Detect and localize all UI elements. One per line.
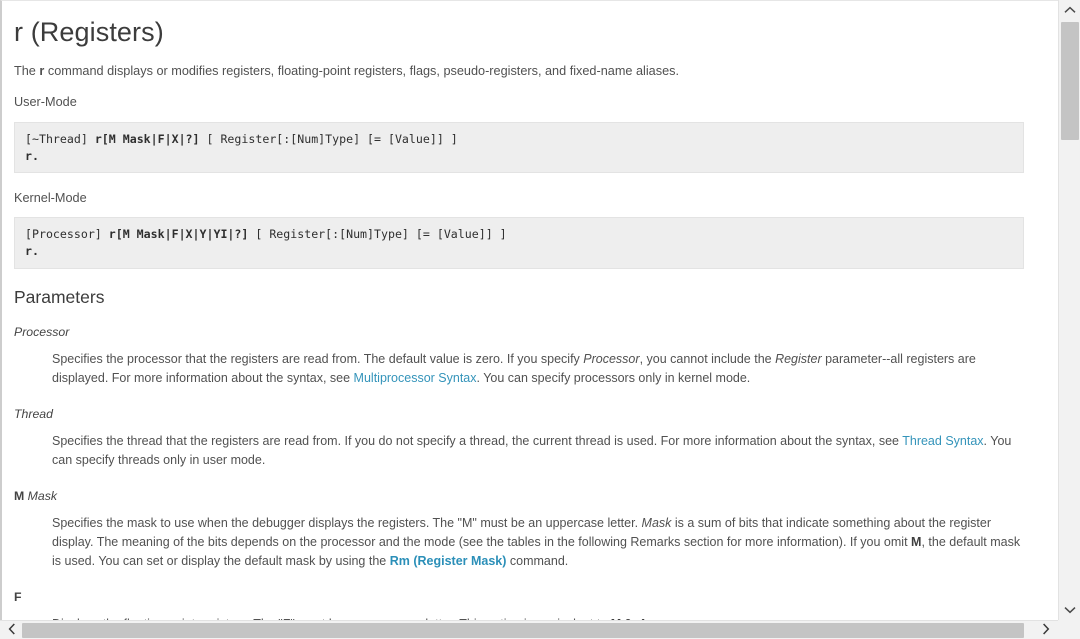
documentation-window: r (Registers) The r command displays or … xyxy=(0,0,1080,639)
processor-def-part2: , you cannot include the xyxy=(639,351,776,366)
user-mode-code-command: r[M Mask|F|X|?] xyxy=(94,131,200,146)
user-mode-syntax-code: [~Thread] r[M Mask|F|X|?] [ Register[:[N… xyxy=(14,121,1024,173)
scroll-up-arrow[interactable] xyxy=(1059,0,1080,20)
intro-suffix: command displays or modifies registers, … xyxy=(44,64,679,79)
thread-def-part1: Specifies the thread that the registers … xyxy=(52,433,903,448)
kernel-mode-code-command: r[M Mask|F|X|Y|YI|?] xyxy=(108,227,249,242)
scroll-left-arrow[interactable] xyxy=(2,621,22,639)
parameter-definition-m-mask: Specifies the mask to use when the debug… xyxy=(14,514,1024,571)
link-rm-register-mask[interactable]: Rm (Register Mask) xyxy=(390,554,507,568)
page-title: r (Registers) xyxy=(14,17,164,47)
horizontal-scroll-thumb[interactable] xyxy=(22,623,1024,638)
parameter-thread: Thread Specifies the thread that the reg… xyxy=(14,406,1024,470)
parameters-heading: Parameters xyxy=(14,286,105,307)
kernel-mode-code-line2: r. xyxy=(25,244,39,259)
mmask-def-part4: command. xyxy=(506,554,569,569)
mmask-def-part1: Specifies the mask to use when the debug… xyxy=(52,515,642,530)
kernel-mode-code-suffix: [ Register[:[Num]Type] [= [Value]] ] xyxy=(248,227,507,242)
processor-def-part1: Specifies the processor that the registe… xyxy=(52,351,584,366)
processor-def-italic2: Register xyxy=(775,351,822,366)
kernel-mode-syntax-code: [Processor] r[M Mask|F|X|Y|YI|?] [ Regis… xyxy=(14,217,1024,269)
mmask-def-italic1: Mask xyxy=(641,515,672,530)
parameter-term-m-mask: M Mask xyxy=(14,488,1024,506)
horizontal-scrollbar[interactable] xyxy=(0,620,1080,639)
parameter-definition-processor: Specifies the processor that the registe… xyxy=(14,350,1024,388)
scrollbar-corner xyxy=(1058,620,1080,639)
link-thread-syntax[interactable]: Thread Syntax xyxy=(902,434,983,448)
link-multiprocessor-syntax[interactable]: Multiprocessor Syntax xyxy=(354,371,477,385)
document-content: r (Registers) The r command displays or … xyxy=(2,1,1058,620)
processor-def-part4: . You can specify processors only in ker… xyxy=(476,370,751,385)
intro-paragraph: The r command displays or modifies regis… xyxy=(14,62,1024,81)
kernel-mode-label: Kernel-Mode xyxy=(14,190,87,205)
document-viewport[interactable]: r (Registers) The r command displays or … xyxy=(0,0,1058,620)
intro-prefix: The xyxy=(14,64,40,79)
parameter-m-mask: M Mask Specifies the mask to use when th… xyxy=(14,488,1024,571)
vertical-scroll-thumb[interactable] xyxy=(1061,22,1079,140)
parameter-f: F Displays the floating-point registers.… xyxy=(14,589,1024,620)
vertical-scrollbar[interactable] xyxy=(1058,0,1080,620)
parameter-term-f: F xyxy=(14,590,22,605)
user-mode-label: User-Mode xyxy=(14,95,77,110)
scroll-down-arrow[interactable] xyxy=(1059,600,1080,620)
scroll-right-arrow[interactable] xyxy=(1036,621,1056,639)
parameter-term-processor: Processor xyxy=(14,324,70,339)
chevron-down-icon xyxy=(1064,606,1076,614)
mmask-def-bold1: M xyxy=(911,535,922,550)
processor-def-italic1: Processor xyxy=(583,351,640,366)
chevron-up-icon xyxy=(1064,6,1076,14)
chevron-right-icon xyxy=(1042,622,1050,638)
user-mode-code-prefix: [~Thread] xyxy=(25,131,95,146)
kernel-mode-code-prefix: [Processor] xyxy=(25,227,109,242)
parameter-processor: Processor Specifies the processor that t… xyxy=(14,324,1024,388)
parameter-term-mask: Mask xyxy=(27,489,58,504)
parameter-definition-thread: Specifies the thread that the registers … xyxy=(14,432,1024,470)
parameter-term-thread: Thread xyxy=(14,406,53,421)
user-mode-code-line2: r. xyxy=(25,148,39,163)
chevron-left-icon xyxy=(8,622,16,638)
user-mode-code-suffix: [ Register[:[Num]Type] [= [Value]] ] xyxy=(199,131,458,146)
parameter-term-m: M xyxy=(14,489,25,504)
